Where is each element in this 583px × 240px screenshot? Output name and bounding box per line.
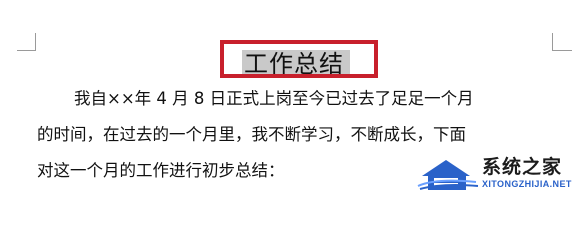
document-page: 工作总结 我自××年 4 月 8 日正式上岗至今已过去了足足一个月 的时间，在过… [0,0,583,201]
margin-mark-top-left [35,33,36,51]
watermark-site-name: 系统之家 [482,156,563,178]
margin-mark-top-left [17,50,36,51]
watermark-url: XITONGZHIJIA.NET [482,179,572,189]
paragraph-line-2[interactable]: 的时间，在过去的一个月里，我不断学习，不断成长，下面 [37,124,466,146]
site-watermark: 系统之家 XITONGZHIJIA.NET [416,152,576,196]
paragraph-line-1[interactable]: 我自××年 4 月 8 日正式上岗至今已过去了足足一个月 [74,88,474,110]
margin-mark-top-right [552,50,572,51]
title-highlight-box [220,40,378,78]
house-logo-icon [417,160,479,190]
margin-mark-top-right [552,33,553,51]
paragraph-line-3[interactable]: 对这一个月的工作进行初步总结： [37,160,285,182]
